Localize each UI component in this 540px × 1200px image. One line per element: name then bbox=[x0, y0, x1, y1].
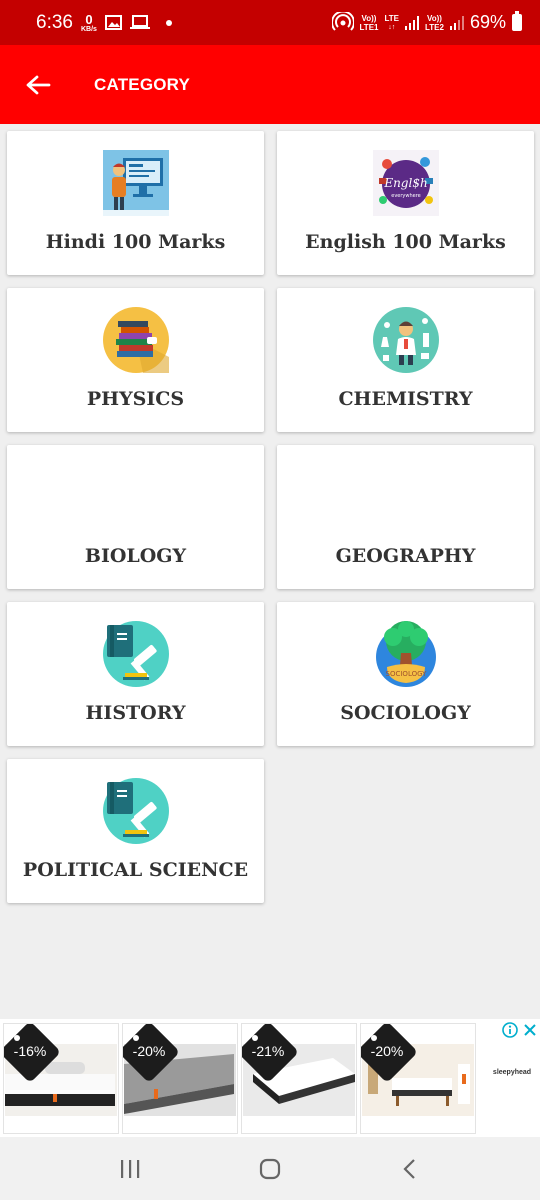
tag-hole bbox=[14, 1035, 20, 1041]
status-right-icons: Vo)) LTE1 LTE ↓↑ Vo)) LTE2 69% bbox=[331, 11, 522, 34]
ad-product-2[interactable]: -20% bbox=[122, 1023, 238, 1134]
page-title: CATEGORY bbox=[94, 74, 191, 94]
recent-apps-button[interactable] bbox=[100, 1144, 160, 1194]
category-card-biology[interactable]: BIOLOGY bbox=[7, 445, 264, 589]
discount-text: -16% bbox=[13, 1043, 47, 1059]
category-card-political-science[interactable]: POLITICAL SCIENCE bbox=[7, 759, 264, 903]
discount-text: -20% bbox=[132, 1043, 166, 1059]
back-nav-button[interactable] bbox=[380, 1144, 440, 1194]
category-label: PHYSICS bbox=[86, 388, 185, 410]
ad-product-3[interactable]: -21% bbox=[241, 1023, 357, 1134]
system-nav-bar bbox=[0, 1137, 540, 1200]
arrow-left-icon bbox=[26, 75, 51, 94]
category-label: English 100 Marks bbox=[305, 231, 506, 253]
svg-text:Engl$h: Engl$h bbox=[383, 176, 427, 190]
category-label: GEOGRAPHY bbox=[335, 545, 476, 567]
category-label: BIOLOGY bbox=[84, 545, 187, 567]
tag-hole bbox=[252, 1035, 258, 1041]
category-card-history[interactable]: HISTORY bbox=[7, 602, 264, 746]
category-grid: Hindi 100 Marks Engl$h everywhere Englis… bbox=[7, 131, 534, 903]
svg-text:everywhere: everywhere bbox=[391, 193, 420, 199]
brand-name: sleepyhead bbox=[492, 1069, 532, 1076]
tag-hole bbox=[133, 1035, 139, 1041]
signal-icon-1 bbox=[405, 15, 419, 30]
notification-dot bbox=[165, 19, 172, 26]
app-bar: CATEGORY bbox=[0, 45, 540, 124]
hotspot-icon bbox=[331, 11, 354, 34]
law-book-gavel-icon bbox=[103, 621, 169, 687]
tag-hole bbox=[371, 1035, 377, 1041]
category-card-hindi[interactable]: Hindi 100 Marks bbox=[7, 131, 264, 275]
lte-text: LTE bbox=[384, 13, 399, 23]
ad-brand-logo[interactable]: sleepyhead bbox=[484, 1069, 540, 1076]
category-card-geography[interactable]: GEOGRAPHY bbox=[277, 445, 534, 589]
ad-close-icon[interactable] bbox=[522, 1022, 538, 1038]
category-label: POLITICAL SCIENCE bbox=[22, 859, 249, 881]
net-speed-value: 0 bbox=[85, 11, 93, 27]
discount-text: -20% bbox=[370, 1043, 404, 1059]
category-card-chemistry[interactable]: CHEMISTRY bbox=[277, 288, 534, 432]
laptop-icon bbox=[129, 15, 150, 30]
sim1-bottom: LTE1 bbox=[359, 22, 379, 32]
category-label: HISTORY bbox=[85, 702, 186, 724]
recent-apps-icon bbox=[121, 1159, 140, 1178]
sim2-bottom: LTE2 bbox=[425, 22, 444, 32]
signal-icon-2 bbox=[449, 15, 464, 30]
category-label: SOCIOLOGY bbox=[340, 702, 471, 724]
law-book-gavel-icon bbox=[103, 778, 169, 844]
category-card-physics[interactable]: PHYSICS bbox=[7, 288, 264, 432]
category-card-sociology[interactable]: SOCIOLOGY SOCIOLOGY bbox=[277, 602, 534, 746]
sim2-top: Vo)) bbox=[427, 13, 442, 23]
books-stack-icon bbox=[103, 307, 169, 373]
sim1-top: Vo)) bbox=[361, 13, 377, 23]
sim1-label: Vo)) LTE1 bbox=[360, 14, 379, 32]
ad-banner[interactable]: -16% -20% -21% -20% sleepyhead bbox=[0, 1019, 540, 1137]
svg-text:SOCIOLOGY: SOCIOLOGY bbox=[386, 670, 428, 678]
sociology-tree-icon: SOCIOLOGY bbox=[376, 621, 436, 687]
gallery-icon bbox=[104, 15, 122, 30]
status-bar: 6:36 0 KB/s Vo)) LTE1 LTE ↓↑ Vo)) LTE2 6… bbox=[0, 0, 540, 45]
english-everywhere-icon: Engl$h everywhere bbox=[373, 150, 439, 216]
home-button[interactable] bbox=[240, 1144, 300, 1194]
category-label: Hindi 100 Marks bbox=[45, 231, 226, 253]
category-card-english[interactable]: Engl$h everywhere English 100 Marks bbox=[277, 131, 534, 275]
ad-product-4[interactable]: -20% bbox=[360, 1023, 476, 1134]
ad-info-icon[interactable] bbox=[502, 1022, 518, 1038]
chevron-left-icon bbox=[403, 1158, 415, 1179]
chemist-icon bbox=[373, 307, 439, 373]
status-left-icons: 0 KB/s bbox=[81, 13, 172, 33]
computer-teacher-icon bbox=[103, 150, 169, 216]
category-label: CHEMISTRY bbox=[338, 388, 473, 410]
back-button[interactable] bbox=[8, 55, 68, 115]
sim2-label: Vo)) LTE2 bbox=[425, 14, 444, 32]
home-icon bbox=[259, 1158, 281, 1179]
lte-label: LTE ↓↑ bbox=[384, 13, 399, 31]
discount-text: -21% bbox=[251, 1043, 285, 1059]
net-speed-unit: KB/s bbox=[80, 25, 97, 33]
net-speed: 0 KB/s bbox=[81, 13, 97, 33]
ad-product-1[interactable]: -16% bbox=[3, 1023, 119, 1134]
battery-icon bbox=[512, 11, 522, 31]
battery-percent: 69% bbox=[469, 12, 506, 32]
status-time: 6:36 bbox=[36, 11, 73, 33]
